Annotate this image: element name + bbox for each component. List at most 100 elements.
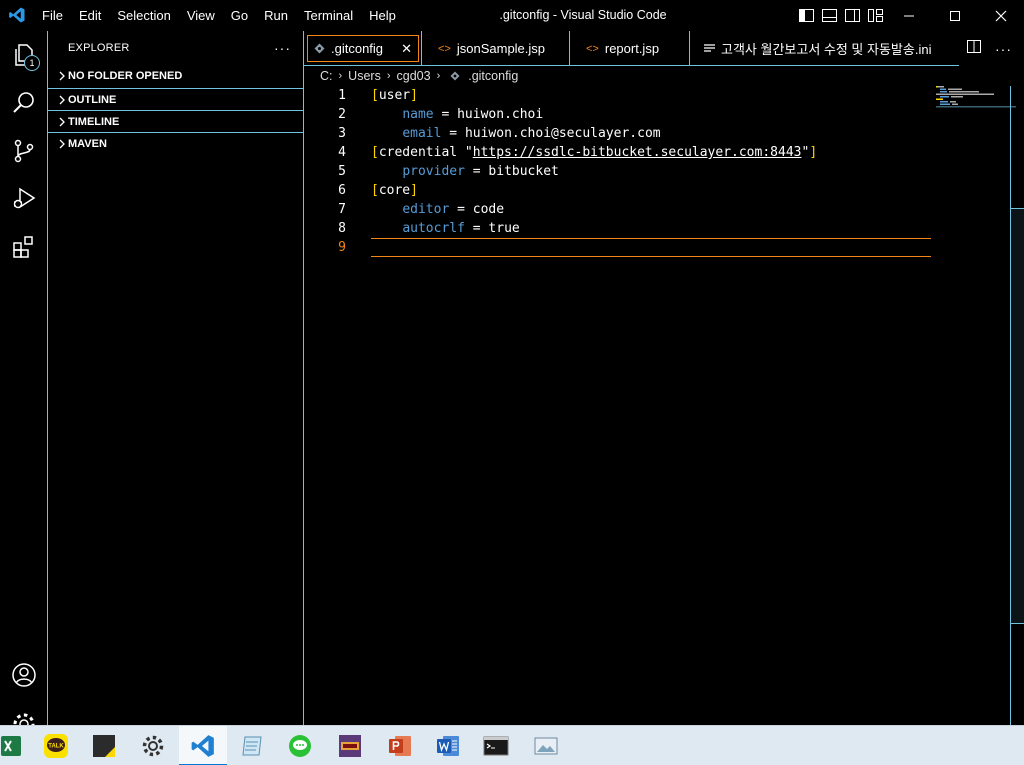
code-line[interactable]: email = huiwon.choi@seculayer.com [371,124,931,143]
sticky-notes-icon[interactable] [80,726,128,765]
toggle-panel-icon[interactable] [821,7,838,23]
tab-jsonsample[interactable]: <> jsonSample.jsp [422,31,570,66]
breadcrumb-item[interactable]: C: [320,69,333,83]
minimap[interactable] [936,86,1016,108]
menu-view[interactable]: View [179,0,223,31]
tab-monthly-report-ini[interactable]: 고객사 월간보고서 수정 및 자동발송.ini [690,31,960,66]
breadcrumb-item[interactable]: cgd03 [397,69,431,83]
extensions-icon[interactable] [0,223,48,271]
line-number: 1 [338,88,346,103]
source-control-icon[interactable] [0,127,48,175]
line-number: 6 [338,183,346,198]
section-label: MAVEN [68,137,107,150]
code-line[interactable]: autocrlf = true [371,219,931,238]
tab-label: .gitconfig [331,41,384,56]
config-key: provider [402,164,465,179]
menu-selection[interactable]: Selection [109,0,178,31]
section-timeline[interactable]: TIMELINE [48,110,303,132]
config-key: name [402,107,434,122]
settings-icon[interactable] [129,726,177,765]
explorer-sidebar: EXPLORER ··· NO FOLDER OPENED OUTLINE TI… [48,31,304,725]
kakao-label: TALK [48,744,64,750]
code-line[interactable]: name = huiwon.choi [371,105,931,124]
toggle-primary-sidebar-icon[interactable] [798,7,815,23]
code-line[interactable]: provider = bitbucket [371,162,931,181]
code-line[interactable]: editor = code [371,200,931,219]
search-icon[interactable] [0,79,48,127]
url-link[interactable]: https://ssdlc-bitbucket.seculayer.com:84… [473,145,802,160]
line-number: 9 [338,240,346,255]
bracket: [ [371,145,379,160]
breadcrumb-item[interactable]: .gitconfig [468,69,518,83]
manage-gear-icon[interactable] [0,699,48,725]
section-name: user [378,88,411,103]
vertical-scrollbar[interactable] [1010,86,1024,725]
excel-icon[interactable] [0,726,34,765]
notepad-icon[interactable] [228,726,276,765]
section-name: core [378,183,411,198]
line-number: 8 [338,221,346,236]
explorer-more-actions[interactable]: ··· [274,40,291,56]
chevron-right-icon [56,117,68,127]
kakaotalk-icon[interactable]: TALK [32,726,80,765]
code-editor[interactable]: 1 2 3 4 5 6 7 8 9 [user] name = huiwon.c… [304,86,1024,725]
chevron-right-icon [56,139,68,149]
powerpoint-icon[interactable] [376,726,424,765]
vscode-logo-icon [9,7,25,23]
config-value: true [488,221,520,236]
menu-help[interactable]: Help [361,0,404,31]
section-outline[interactable]: OUTLINE [48,88,303,110]
tab-gitconfig[interactable]: .gitconfig ✕ [304,31,422,66]
chevron-right-icon: › [436,70,441,82]
menu-edit[interactable]: Edit [71,0,109,31]
layout-controls [798,7,884,23]
word-icon[interactable] [424,726,472,765]
split-editor-icon[interactable] [967,39,981,58]
section-no-folder-opened[interactable]: NO FOLDER OPENED [48,65,303,87]
config-value: code [472,202,505,217]
section-prefix: credential " [378,145,473,160]
bracket: ] [410,88,418,103]
close-window-icon[interactable] [978,0,1024,31]
config-value: bitbucket [488,164,559,179]
app-icon[interactable] [326,726,374,765]
maximize-icon[interactable] [932,0,978,31]
editor-tabs: .gitconfig ✕ <> jsonSample.jsp <> report… [304,31,1024,66]
breadcrumb: C: › Users › cgd03 › .gitconfig [304,66,1024,86]
menu-run[interactable]: Run [256,0,296,31]
code-line[interactable]: [credential "https://ssdlc-bitbucket.sec… [371,143,931,162]
run-debug-icon[interactable] [0,175,48,223]
code-line[interactable]: [core] [371,181,931,200]
scrollbar-thumb[interactable] [1011,208,1024,624]
minimize-icon[interactable] [886,0,932,31]
photos-icon[interactable] [522,726,570,765]
editor-more-actions[interactable]: ··· [995,41,1012,57]
account-icon[interactable] [0,651,48,699]
line-icon[interactable] [276,726,324,765]
code-line[interactable]: [user] [371,86,931,105]
section-maven[interactable]: MAVEN [48,132,303,154]
close-tab-icon[interactable]: ✕ [401,41,412,57]
terminal-icon[interactable] [472,726,520,765]
line-number: 4 [338,145,346,160]
menu-file[interactable]: File [34,0,71,31]
explorer-header: EXPLORER ··· [48,31,303,65]
chevron-right-icon: › [386,70,391,82]
chevron-right-icon: › [338,70,343,82]
menu-terminal[interactable]: Terminal [296,0,361,31]
line-number: 5 [338,164,346,179]
code-lines[interactable]: [user] name = huiwon.choi email = huiwon… [371,86,931,257]
breadcrumb-item[interactable]: Users [348,69,381,83]
current-line[interactable] [371,238,931,257]
explorer-icon[interactable]: 1 [0,31,48,79]
bracket: ] [410,183,418,198]
customize-layout-icon[interactable] [867,7,884,23]
bracket: [ [371,183,379,198]
toggle-secondary-sidebar-icon[interactable] [844,7,861,23]
vscode-icon[interactable] [179,726,227,765]
menu-go[interactable]: Go [223,0,256,31]
tab-report[interactable]: <> report.jsp [570,31,690,66]
